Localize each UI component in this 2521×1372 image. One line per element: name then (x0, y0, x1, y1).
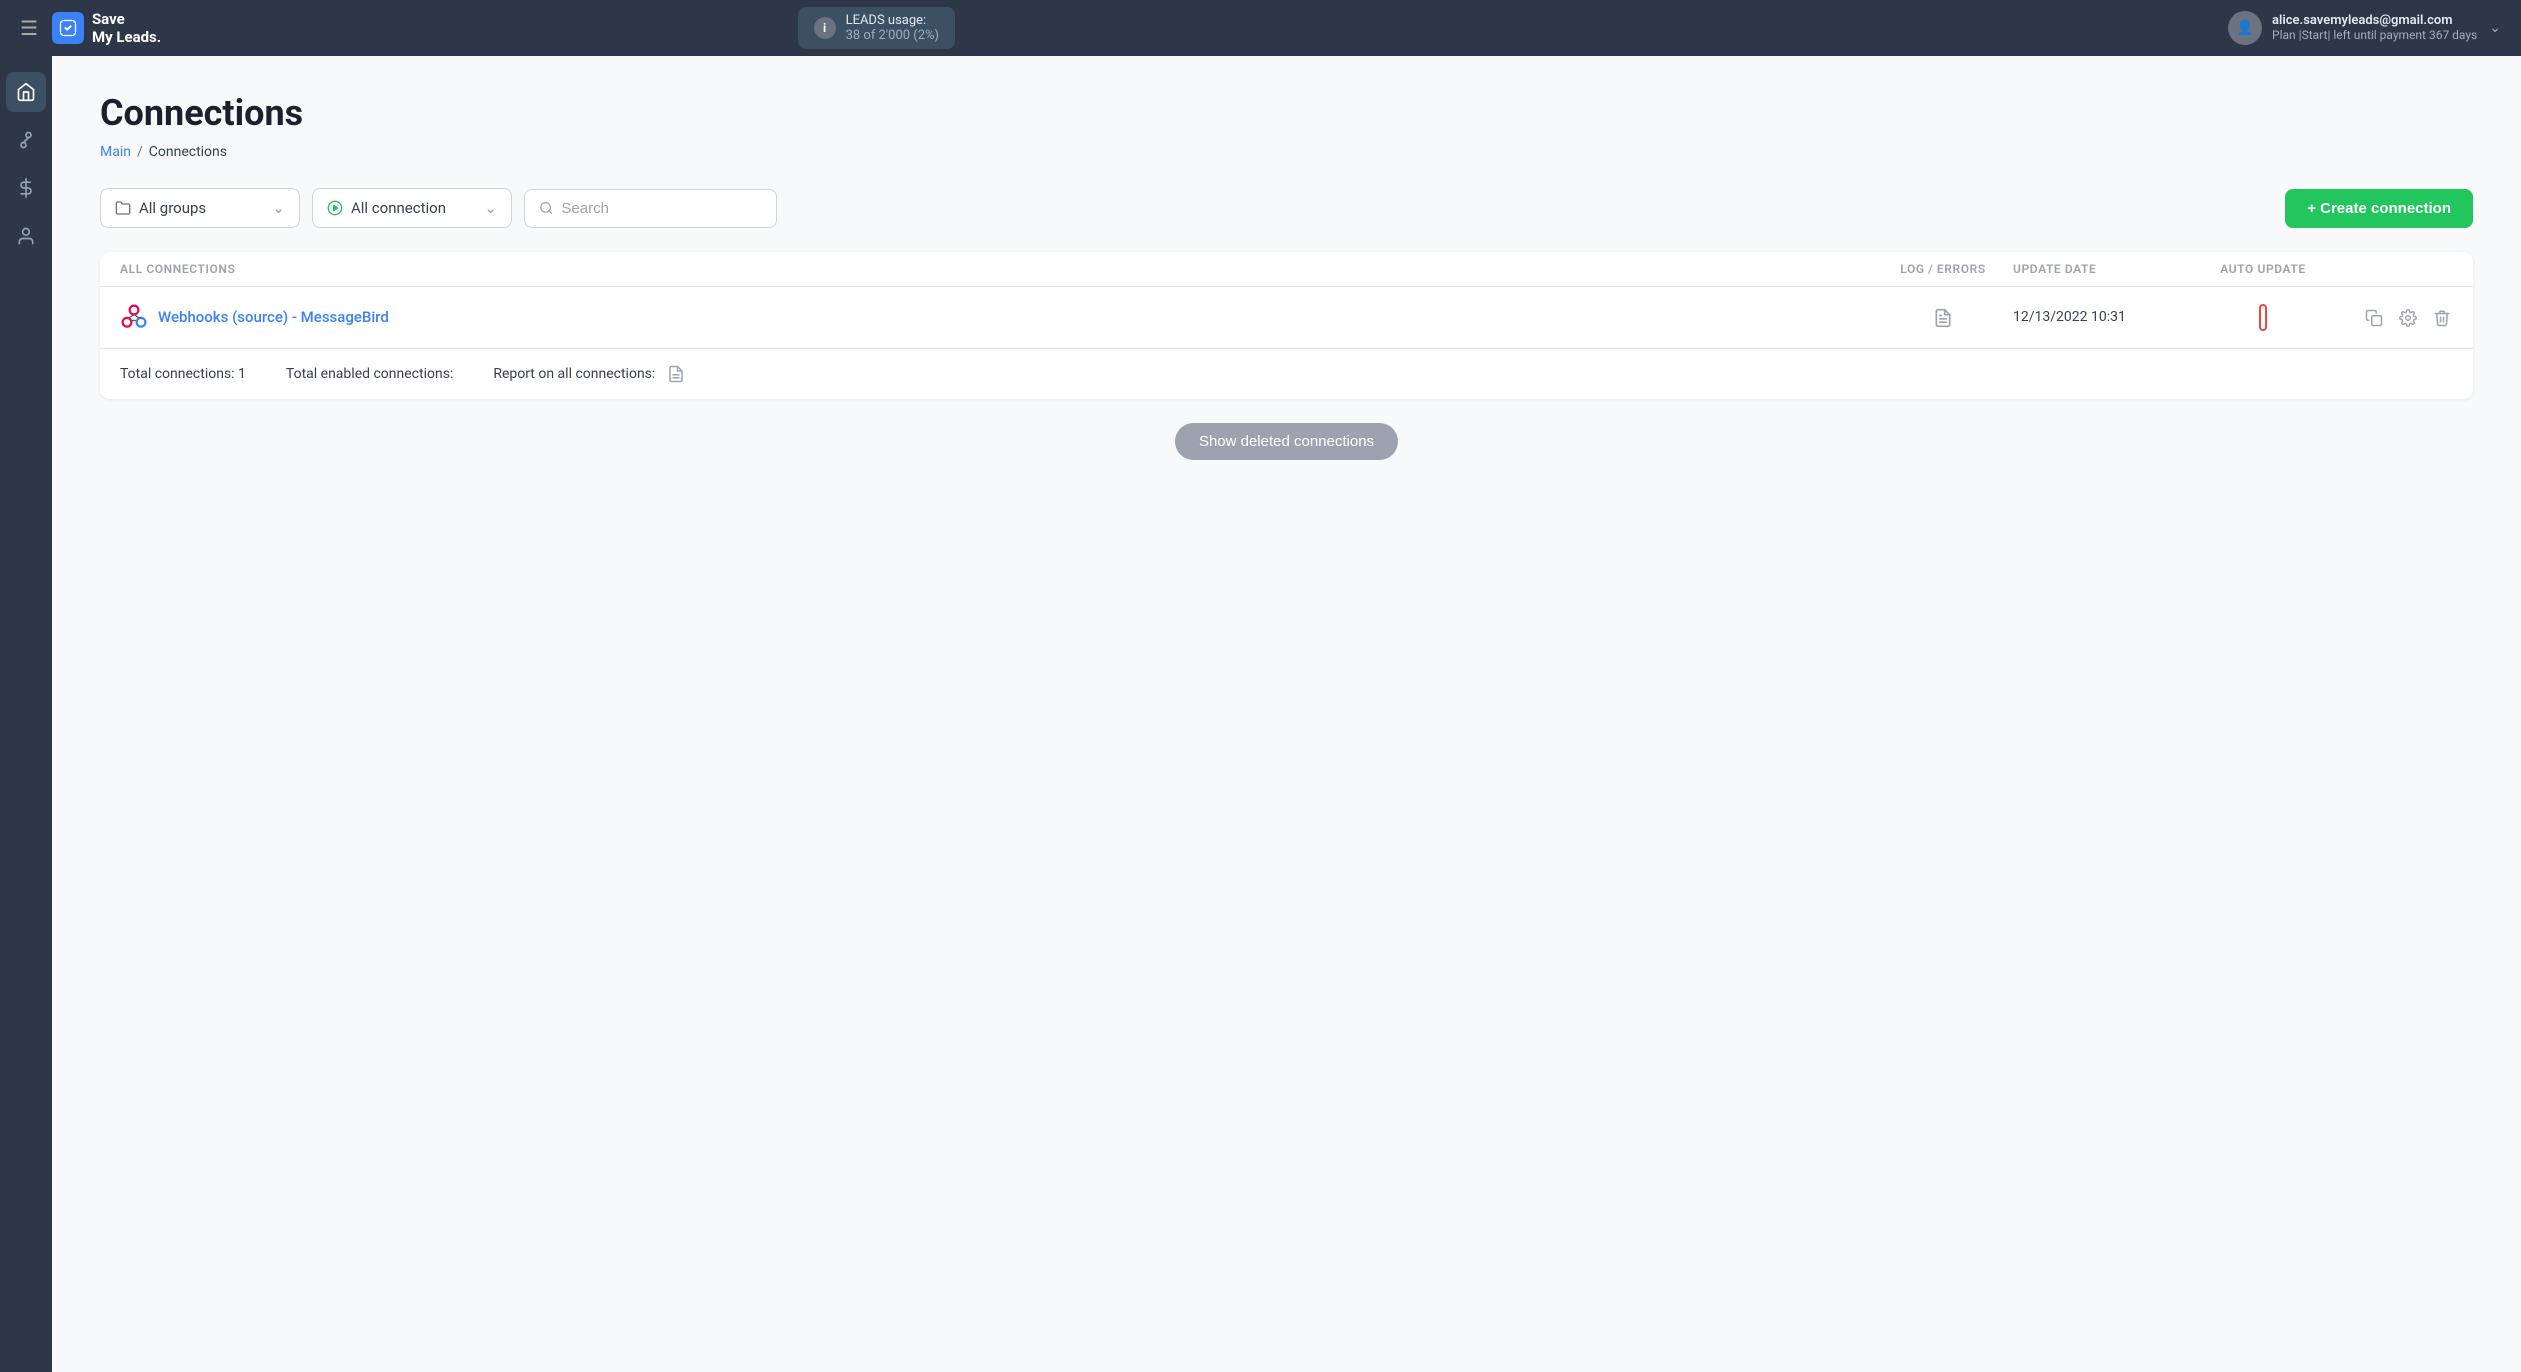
update-date-cell: 12/13/2022 10:31 (2013, 309, 2193, 325)
leads-usage-value: 38 of 2'000 (2%) (846, 28, 940, 43)
sidebar-item-profile[interactable] (6, 216, 46, 256)
sidebar-item-billing[interactable] (6, 168, 46, 208)
trash-icon (2433, 309, 2451, 327)
column-header-auto-update: AUTO UPDATE (2193, 262, 2333, 276)
folder-icon (115, 200, 131, 216)
logo: Save My Leads. (52, 10, 161, 46)
copy-icon (2365, 309, 2383, 327)
play-icon (327, 200, 343, 216)
table-footer: Total connections: 1 Total enabled conne… (100, 348, 2473, 399)
connection-name-link[interactable]: Webhooks (source) - MessageBird (120, 303, 1873, 331)
table-row: Webhooks (source) - MessageBird 12/13/20… (100, 287, 2473, 348)
report-all-connections: Report on all connections: (493, 365, 685, 383)
main-layout: Connections Main / Connections All group… (0, 56, 2521, 1372)
user-email: alice.savemyleads@gmail.com (2272, 13, 2477, 28)
report-icon[interactable] (667, 365, 685, 383)
document-icon (1933, 308, 1953, 328)
row-actions (2333, 305, 2453, 329)
connections-table: ALL CONNECTIONS LOG / ERRORS UPDATE DATE… (100, 252, 2473, 399)
top-navigation: ☰ Save My Leads. i LEADS usage: 38 of 2'… (0, 0, 2521, 56)
leads-usage-badge: i LEADS usage: 38 of 2'000 (2%) (798, 7, 956, 49)
total-connections: Total connections: 1 (120, 366, 246, 382)
connection-filter-label: All connection (351, 199, 446, 217)
page-title: Connections (100, 92, 2473, 134)
search-box[interactable] (524, 189, 777, 228)
search-icon (539, 200, 553, 216)
chevron-down-icon: ⌄ (484, 199, 497, 217)
search-input[interactable] (561, 200, 762, 217)
leads-usage-label: LEADS usage: (846, 13, 927, 28)
update-date-value: 12/13/2022 10:31 (2013, 309, 2126, 325)
logo-icon (52, 12, 84, 44)
toolbar: All groups ⌄ All connection ⌄ + Create c… (100, 188, 2473, 228)
breadcrumb-current: Connections (149, 144, 227, 160)
breadcrumb-separator: / (137, 144, 143, 160)
column-header-connections: ALL CONNECTIONS (120, 262, 1873, 276)
copy-connection-button[interactable] (2363, 305, 2385, 329)
hamburger-menu[interactable]: ☰ (20, 16, 38, 40)
chevron-down-icon: ⌄ (272, 199, 285, 217)
sidebar-item-home[interactable] (6, 72, 46, 112)
user-info[interactable]: 👤 alice.savemyleads@gmail.com Plan |Star… (2228, 11, 2477, 45)
create-connection-button[interactable]: + Create connection (2285, 189, 2473, 228)
show-deleted-button[interactable]: Show deleted connections (1175, 423, 1398, 460)
total-enabled-connections: Total enabled connections: (286, 366, 453, 382)
avatar: 👤 (2228, 11, 2262, 45)
auto-update-cell (2193, 304, 2333, 331)
auto-update-toggle-wrapper[interactable] (2259, 304, 2267, 331)
table-header: ALL CONNECTIONS LOG / ERRORS UPDATE DATE… (100, 252, 2473, 287)
gear-icon (2399, 309, 2417, 327)
user-plan: Plan |Start| left until payment 367 days (2272, 28, 2477, 42)
connection-filter-dropdown[interactable]: All connection ⌄ (312, 188, 512, 228)
delete-connection-button[interactable] (2431, 305, 2453, 329)
sidebar-item-connections[interactable] (6, 120, 46, 160)
connection-name-text: Webhooks (source) - MessageBird (158, 308, 389, 326)
show-deleted-container: Show deleted connections (100, 423, 2473, 460)
main-content: Connections Main / Connections All group… (52, 56, 2521, 1372)
log-errors-cell[interactable] (1873, 306, 2013, 327)
breadcrumb: Main / Connections (100, 144, 2473, 160)
sidebar (0, 56, 52, 1372)
breadcrumb-main-link[interactable]: Main (100, 144, 131, 160)
column-header-update-date: UPDATE DATE (2013, 262, 2193, 276)
webhook-icon (120, 303, 148, 331)
groups-dropdown[interactable]: All groups ⌄ (100, 188, 300, 228)
logo-line2: My Leads. (92, 28, 161, 46)
logo-line1: Save (92, 10, 161, 28)
info-icon: i (814, 17, 836, 39)
groups-dropdown-label: All groups (139, 199, 206, 217)
column-header-log-errors: LOG / ERRORS (1873, 262, 2013, 276)
settings-connection-button[interactable] (2397, 305, 2419, 329)
chevron-down-icon[interactable]: ⌄ (2489, 20, 2501, 36)
user-section: 👤 alice.savemyleads@gmail.com Plan |Star… (2228, 11, 2501, 45)
